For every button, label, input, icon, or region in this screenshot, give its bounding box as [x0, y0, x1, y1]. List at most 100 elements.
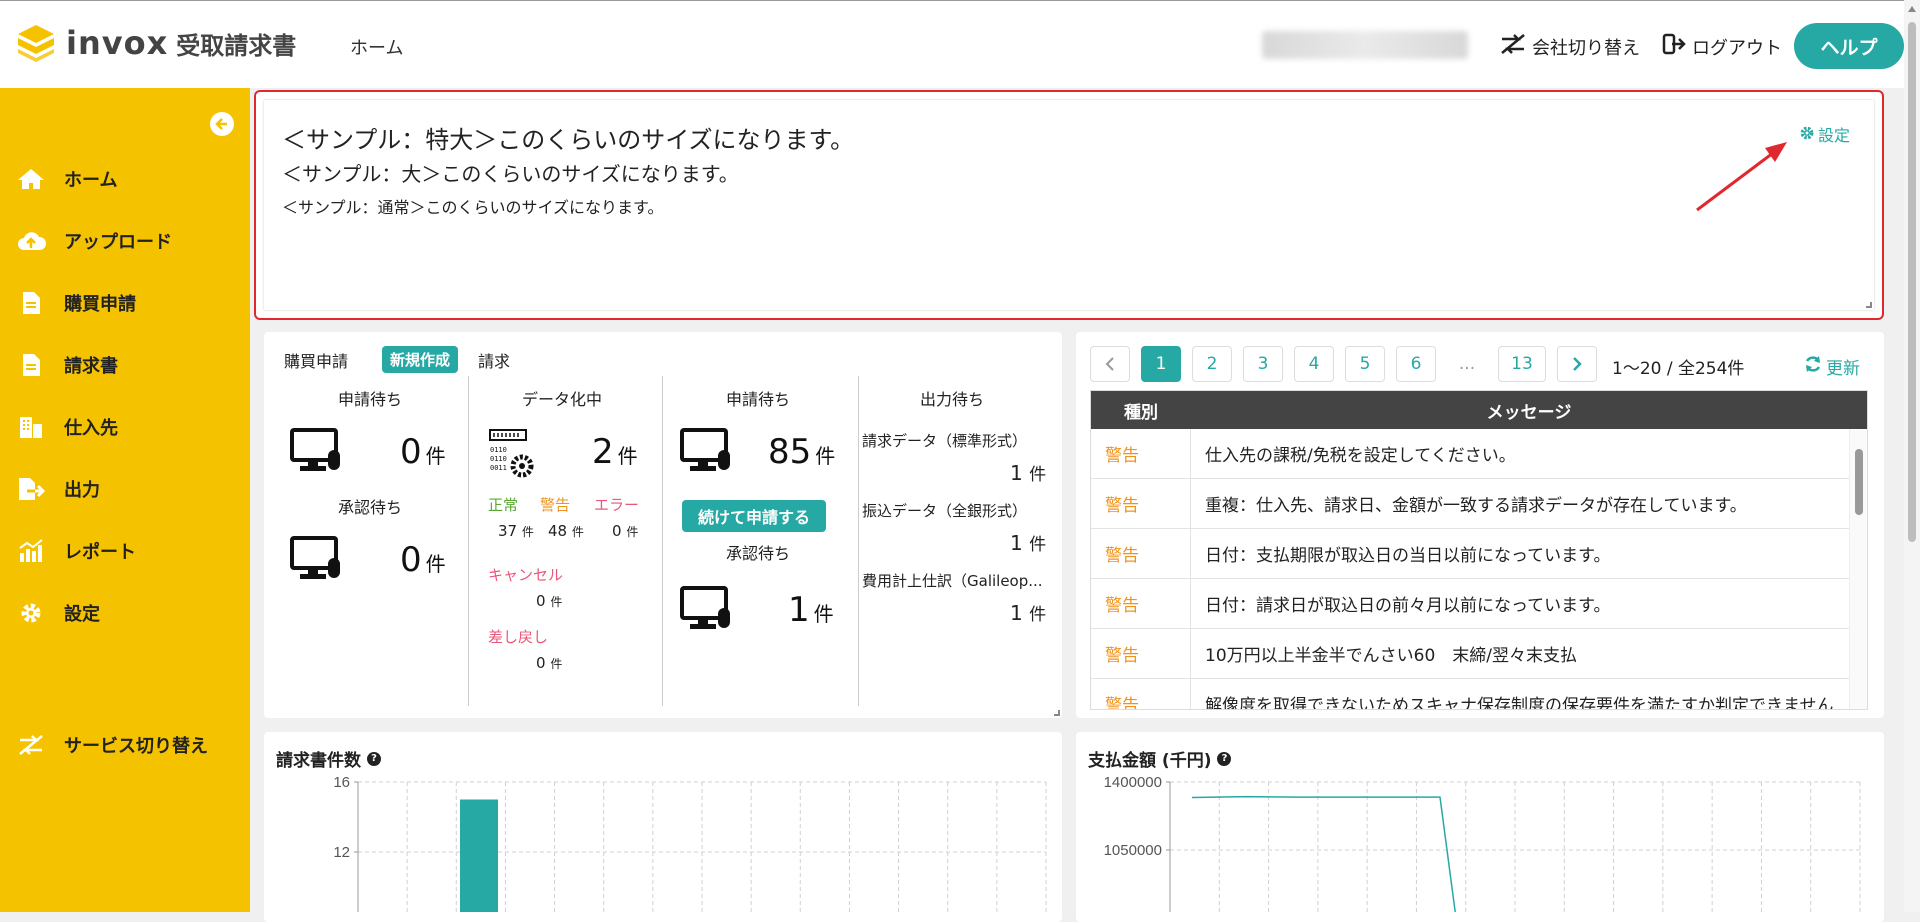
page-ellipsis: ... [1447, 346, 1487, 382]
gear-icon [16, 601, 46, 625]
notice-settings-label: 設定 [1817, 126, 1850, 145]
sidebar-item-report[interactable]: レポート [16, 538, 136, 564]
normal-status-label: 正常 [488, 496, 519, 514]
digitizing-count[interactable]: 2件 [592, 432, 638, 472]
output-item-count[interactable]: 1 件 [1010, 530, 1046, 555]
purchase-pending-label: 申請待ち [338, 390, 403, 409]
payment-amount-chart: 1400000 1050000 [1104, 774, 1861, 912]
row-type: 警告 [1091, 629, 1191, 678]
purchase-pending-count[interactable]: 0件 [400, 432, 446, 472]
table-row[interactable]: 警告 重複：仕入先、請求日、金額が一致する請求データが存在しています。 [1091, 479, 1867, 529]
scrollbar-thumb[interactable] [1855, 449, 1863, 515]
notice-line-large: ＜サンプル：大＞このくらいのサイズになります。 [282, 162, 739, 186]
new-purchase-button[interactable]: 新規作成 [382, 346, 459, 373]
logout-icon [1662, 33, 1686, 60]
invoice-pending-label: 申請待ち [726, 390, 791, 409]
sidebar-collapse-icon[interactable] [210, 112, 234, 136]
header-home-link[interactable]: ホーム [350, 34, 403, 60]
sidebar-item-label: ホーム [64, 170, 118, 191]
output-item-count[interactable]: 1 件 [1010, 600, 1046, 625]
help-button[interactable]: ヘルプ [1794, 23, 1904, 69]
invoice-count-chart: 1612 [333, 774, 1047, 912]
annotation-arrow-icon [1696, 142, 1787, 212]
divider [662, 376, 663, 706]
sidebar: ホーム アップロード 購買申請 請求書 仕入先 出力 レポート 設定 サービス切… [0, 88, 250, 912]
row-message: 重複：仕入先、請求日、金額が一致する請求データが存在しています。 [1205, 496, 1747, 516]
document-icon [16, 291, 46, 315]
y-tick-label: 16 [333, 774, 350, 791]
logout-button[interactable]: ログアウト [1662, 33, 1782, 60]
page-button[interactable]: 13 [1498, 346, 1546, 382]
cancel-label: キャンセル [488, 566, 564, 584]
resize-handle-icon[interactable] [1054, 710, 1060, 716]
sidebar-item-label: 請求書 [64, 356, 118, 377]
notice-settings-link[interactable]: 設定 [1800, 122, 1850, 146]
page-scrollbar-thumb[interactable] [1908, 22, 1916, 542]
table-row[interactable]: 警告 日付：請求日が取込日の前々月以前になっています。 [1091, 579, 1867, 629]
warning-count[interactable]: 48 件 [548, 522, 584, 540]
return-count[interactable]: 0 件 [536, 654, 562, 672]
table-row[interactable]: 警告 解像度を取得できないためスキャナ保存制度の保存要件を満たすか判定できません [1091, 679, 1867, 709]
page-button[interactable]: 3 [1243, 346, 1283, 382]
table-scrollbar[interactable] [1849, 429, 1867, 709]
svg-text:0110: 0110 [490, 446, 507, 454]
page-scrollbar[interactable] [1904, 0, 1920, 912]
resize-handle-icon[interactable] [1866, 302, 1872, 308]
logo-mark-icon [16, 23, 56, 63]
table-row[interactable]: 警告 仕入先の課税/免税を設定してください。 [1091, 429, 1867, 479]
sidebar-item-label: 仕入先 [64, 418, 118, 439]
page-button[interactable]: 2 [1192, 346, 1232, 382]
notice-line-normal: ＜サンプル：通常＞このくらいのサイズになります。 [282, 198, 664, 217]
messages-panel: 1 2 3 4 5 6 ... 13 1〜20 / 全254件 更新 種別 メッ… [1076, 332, 1884, 718]
page-range: 1〜20 / 全254件 [1612, 359, 1745, 379]
page-button[interactable]: 5 [1345, 346, 1385, 382]
home-icon [16, 167, 46, 191]
output-item-name: 費用計上仕訳（Galileop... [862, 572, 1043, 590]
divider [858, 376, 859, 706]
export-icon [16, 477, 46, 501]
sidebar-item-upload[interactable]: アップロード [16, 228, 172, 254]
company-switch-button[interactable]: 会社切り替え [1500, 33, 1640, 60]
cancel-count[interactable]: 0 件 [536, 592, 562, 610]
sidebar-item-home[interactable]: ホーム [16, 166, 117, 192]
divider [468, 376, 469, 706]
purchase-approval-label: 承認待ち [338, 498, 403, 517]
bar [460, 799, 498, 912]
refresh-label: 更新 [1826, 359, 1860, 379]
col-type-header: 種別 [1124, 402, 1158, 423]
y-tick-label: 1050000 [1104, 842, 1162, 859]
sidebar-item-output[interactable]: 出力 [16, 476, 100, 502]
page-button[interactable]: 6 [1396, 346, 1436, 382]
page-button[interactable]: 1 [1141, 346, 1181, 382]
return-label: 差し戻し [488, 628, 549, 646]
y-tick-label: 1400000 [1104, 774, 1162, 791]
normal-count[interactable]: 37 件 [498, 522, 534, 540]
purchase-approval-count[interactable]: 0件 [400, 540, 446, 580]
table-row[interactable]: 警告 日付：支払期限が取込日の当日以前になっています。 [1091, 529, 1867, 579]
app-logo[interactable]: invox 受取請求書 [16, 23, 296, 63]
next-page-button[interactable] [1557, 346, 1597, 382]
error-count[interactable]: 0 件 [612, 522, 638, 540]
continue-apply-button[interactable]: 続けて申請する [682, 500, 827, 532]
sidebar-item-purchase[interactable]: 購買申請 [16, 290, 136, 316]
page-button[interactable]: 4 [1294, 346, 1334, 382]
monitor-icon [290, 428, 342, 478]
chart-icon [16, 539, 46, 563]
invoice-count-chart-panel: 請求書件数 ? 16 12 [264, 732, 1062, 922]
sidebar-item-invoice[interactable]: 請求書 [16, 352, 118, 378]
sidebar-item-supplier[interactable]: 仕入先 [16, 414, 118, 440]
refresh-icon [1804, 355, 1822, 378]
monitor-icon [680, 428, 732, 478]
sidebar-item-settings[interactable]: 設定 [16, 600, 100, 626]
scroll-up-icon[interactable] [1908, 6, 1916, 12]
sidebar-item-label: 出力 [64, 480, 100, 501]
invoice-pending-count[interactable]: 85 件 [768, 432, 835, 472]
output-item-count[interactable]: 1 件 [1010, 460, 1046, 485]
sidebar-item-service-switch[interactable]: サービス切り替え [16, 732, 208, 758]
error-status-label: エラー [594, 496, 640, 514]
table-row[interactable]: 警告 10万円以上半金半でんさい60 末締/翌々末支払 [1091, 629, 1867, 679]
refresh-button[interactable]: 更新 [1804, 354, 1860, 379]
output-item-name: 請求データ（標準形式） [862, 432, 1028, 450]
invoice-approval-count[interactable]: 1件 [788, 590, 834, 630]
prev-page-button[interactable] [1090, 346, 1130, 382]
